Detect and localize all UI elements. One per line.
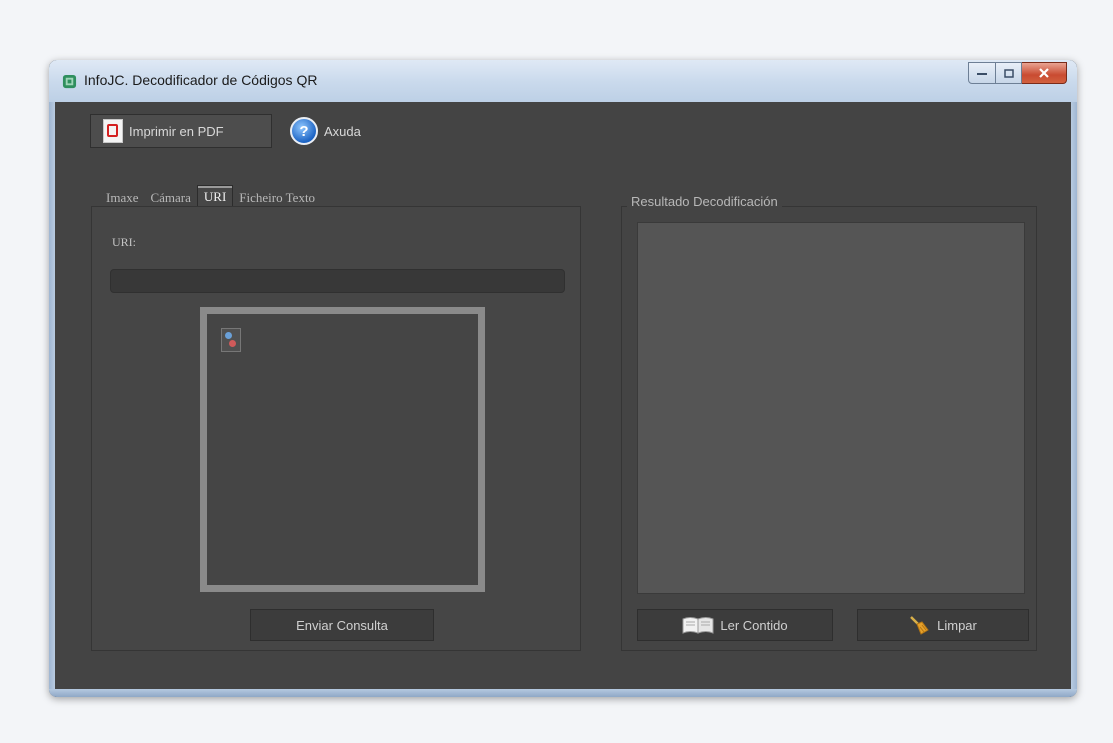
help-label: Axuda xyxy=(324,123,361,139)
minimize-button[interactable] xyxy=(968,62,996,84)
window-frame-bottom xyxy=(49,689,1077,697)
pdf-icon xyxy=(103,119,123,143)
app-icon xyxy=(62,74,77,89)
uri-label: URI: xyxy=(112,235,136,249)
source-tabs: Imaxe Cámara URI Ficheiro Texto xyxy=(100,184,321,208)
tab-uri[interactable]: URI xyxy=(196,185,234,208)
maximize-button[interactable] xyxy=(996,62,1022,84)
uri-input[interactable] xyxy=(110,269,565,293)
window-title: InfoJC. Decodificador de Códigos QR xyxy=(84,72,318,88)
tab-ficheiro-texto[interactable]: Ficheiro Texto xyxy=(233,188,321,208)
window-frame-right xyxy=(1071,102,1077,697)
result-title: Resultado Decodificación xyxy=(627,194,782,209)
broom-icon xyxy=(910,616,929,635)
maximize-icon xyxy=(1003,68,1014,78)
tab-camara[interactable]: Cámara xyxy=(144,188,196,208)
app-window: InfoJC. Decodificador de Códigos QR Impr… xyxy=(49,60,1077,697)
broken-image-icon xyxy=(221,328,241,352)
clear-button[interactable]: Limpar xyxy=(857,609,1029,641)
minimize-icon xyxy=(977,73,987,75)
clear-label: Limpar xyxy=(937,617,977,633)
book-icon xyxy=(682,617,714,634)
title-bar[interactable]: InfoJC. Decodificador de Códigos QR xyxy=(49,60,1077,103)
close-icon xyxy=(1039,68,1049,78)
read-content-label: Ler Contido xyxy=(720,617,788,633)
uri-tab-panel: URI: Enviar Consulta xyxy=(91,206,581,651)
window-controls xyxy=(968,62,1067,84)
send-query-button[interactable]: Enviar Consulta xyxy=(250,609,434,641)
help-icon: ? xyxy=(290,117,318,145)
print-pdf-label: Imprimir en PDF xyxy=(129,123,224,139)
content-area: Imprimir en PDF ? Axuda Imaxe Cámara URI… xyxy=(55,102,1071,689)
result-text-area[interactable] xyxy=(637,222,1025,594)
read-content-button[interactable]: Ler Contido xyxy=(637,609,833,641)
help-button[interactable]: ? Axuda xyxy=(290,116,361,146)
close-button[interactable] xyxy=(1022,62,1067,84)
qr-image-preview xyxy=(200,307,485,592)
tab-imaxe[interactable]: Imaxe xyxy=(100,188,144,208)
print-pdf-button[interactable]: Imprimir en PDF xyxy=(90,114,272,148)
